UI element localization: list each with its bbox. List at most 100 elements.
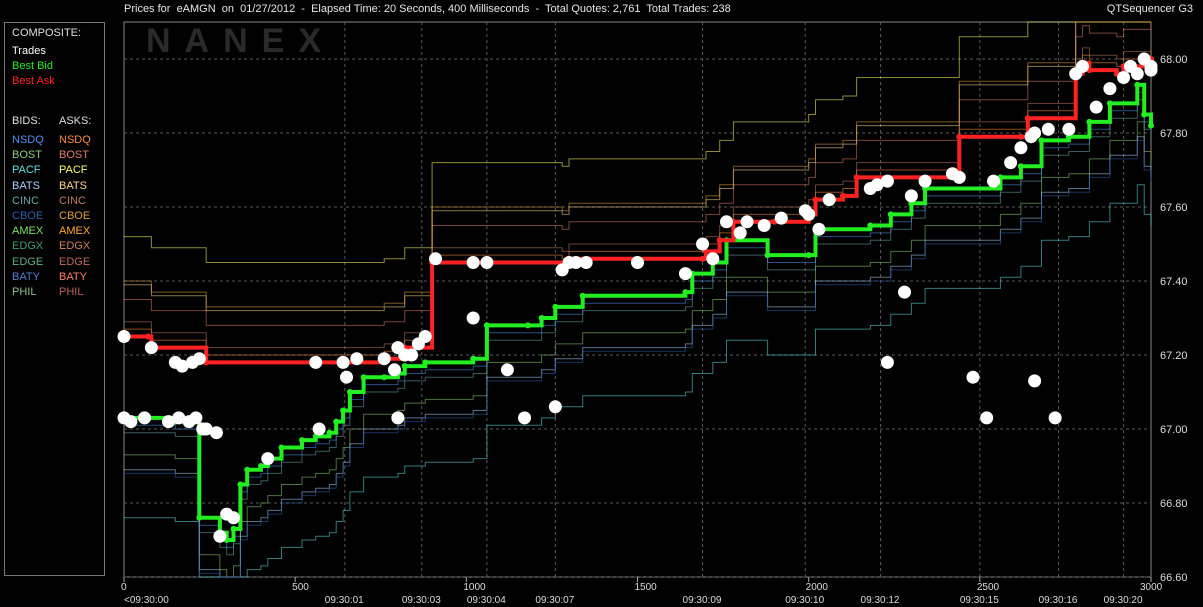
- time-label: 09:30:07: [535, 595, 574, 606]
- trade-point: [898, 285, 912, 299]
- time-label: 09:30:12: [861, 595, 900, 606]
- series-point: [360, 374, 367, 381]
- trade-point: [312, 422, 326, 436]
- trade-point: [405, 348, 419, 362]
- trade-point: [1062, 122, 1076, 136]
- series-point: [716, 237, 723, 244]
- trade-point: [466, 311, 480, 325]
- x-tick-label: 500: [292, 582, 309, 593]
- series-point: [1141, 111, 1148, 118]
- trade-point: [802, 207, 816, 221]
- time-label: 09:30:16: [1039, 595, 1078, 606]
- series-point: [1017, 133, 1024, 140]
- time-label: 09:30:09: [683, 595, 722, 606]
- trade-point: [138, 411, 152, 425]
- time-label: 09:30:04: [467, 595, 506, 606]
- series-point: [299, 437, 306, 444]
- trade-point: [774, 211, 788, 225]
- series-point: [887, 211, 894, 218]
- trade-point: [387, 363, 401, 377]
- trade-point: [500, 363, 514, 377]
- series-point: [1024, 115, 1031, 122]
- trade-point: [678, 267, 692, 281]
- trade-point: [918, 174, 932, 188]
- y-tick-label: 68.00: [1160, 54, 1188, 66]
- trade-point: [466, 256, 480, 269]
- series-point: [682, 289, 689, 296]
- series-point: [257, 463, 264, 469]
- series-point: [244, 466, 251, 473]
- series-point: [805, 252, 812, 259]
- series-point: [699, 255, 706, 262]
- plot-area: [123, 21, 1152, 578]
- series-point: [1038, 137, 1045, 144]
- series-point: [812, 196, 819, 203]
- trade-point: [1014, 141, 1028, 155]
- series-point: [1148, 122, 1154, 129]
- y-tick-label: 67.60: [1160, 202, 1188, 214]
- trade-point: [579, 256, 593, 269]
- trade-point: [987, 174, 1001, 188]
- series-point: [867, 222, 874, 229]
- time-label: <09:30:00: [124, 595, 169, 606]
- x-tick-label: 2000: [806, 582, 829, 593]
- trade-point: [418, 330, 432, 343]
- trade-point: [1103, 82, 1117, 96]
- y-tick-label: 67.40: [1160, 276, 1188, 288]
- trade-point: [336, 355, 350, 369]
- x-tick-label: 3000: [1140, 582, 1163, 593]
- trade-point: [733, 226, 747, 240]
- x-tick-label: 0: [121, 582, 127, 593]
- trade-point: [1028, 374, 1042, 388]
- series-point: [470, 355, 477, 362]
- trade-point: [261, 452, 275, 466]
- time-label: 09:30:15: [960, 595, 999, 606]
- series-point: [346, 389, 353, 395]
- series-point: [278, 444, 285, 451]
- trade-point: [631, 256, 644, 269]
- series-point: [579, 292, 586, 299]
- trade-point: [124, 415, 138, 429]
- trade-point: [189, 411, 203, 425]
- series-point: [340, 407, 347, 414]
- trade-point: [350, 352, 364, 366]
- trade-point: [1076, 59, 1090, 73]
- trade-point: [757, 219, 771, 232]
- series-point: [524, 322, 531, 329]
- trade-point: [209, 426, 223, 440]
- trade-point: [340, 370, 354, 384]
- trade-point: [117, 330, 131, 343]
- trade-point: [812, 222, 826, 236]
- x-tick-label: 1000: [463, 582, 486, 593]
- series-point: [839, 192, 846, 199]
- trade-point: [720, 215, 734, 229]
- trade-point: [227, 511, 241, 525]
- trade-point: [1048, 411, 1062, 425]
- trade-point: [952, 170, 966, 184]
- y-tick-label: 66.80: [1160, 498, 1188, 510]
- y-tick-label: 67.80: [1160, 128, 1188, 140]
- trade-point: [1028, 126, 1042, 140]
- series-point: [1017, 163, 1024, 170]
- time-label: 09:30:10: [785, 595, 824, 606]
- trade-point: [822, 193, 836, 207]
- trade-point: [740, 215, 754, 229]
- series-point: [1086, 118, 1093, 125]
- trade-point: [1041, 122, 1055, 136]
- trade-point: [696, 237, 710, 251]
- trade-point: [904, 189, 918, 203]
- series-point: [237, 481, 244, 488]
- trade-point: [429, 252, 443, 266]
- trade-point: [192, 352, 206, 366]
- y-tick-label: 66.60: [1160, 572, 1188, 584]
- series-point: [401, 363, 408, 370]
- y-tick-label: 67.20: [1160, 350, 1188, 362]
- time-label: 09:30:01: [325, 595, 364, 606]
- time-label: 09:30:20: [1104, 595, 1143, 606]
- series-point: [333, 418, 340, 425]
- y-tick-label: 67.00: [1160, 424, 1188, 436]
- trade-point: [518, 411, 532, 425]
- trade-point: [309, 355, 323, 369]
- series-point: [230, 525, 237, 532]
- series-point: [381, 374, 388, 381]
